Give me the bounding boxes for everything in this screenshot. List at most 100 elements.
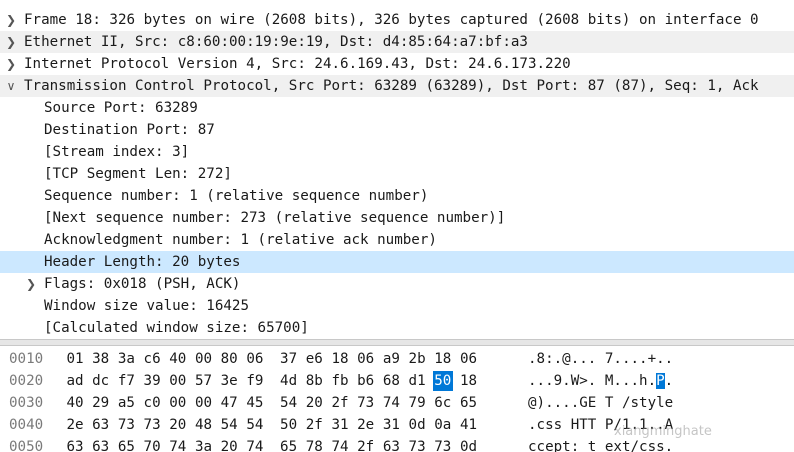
hex-byte[interactable]: ad	[65, 371, 85, 391]
tree-item[interactable]: ∨ Transmission Control Protocol, Src Port…	[0, 75, 794, 97]
hex-byte[interactable]: 74	[330, 437, 350, 452]
tree-item[interactable]: ❯ Internet Protocol Version 4, Src: 24.6.…	[0, 53, 794, 75]
hex-byte[interactable]: 31	[330, 415, 350, 435]
hex-ascii[interactable]: ...9.W>. M...h.P.	[528, 371, 673, 392]
hex-byte[interactable]: 63	[381, 437, 401, 452]
hex-byte[interactable]: 74	[381, 393, 401, 413]
tree-item[interactable]: ❯ Frame 18: 326 bytes on wire (2608 bits)…	[0, 9, 794, 31]
hex-byte[interactable]: 74	[168, 437, 188, 452]
hex-byte[interactable]: a9	[381, 349, 401, 369]
hex-byte[interactable]: 74	[245, 437, 265, 452]
hex-byte[interactable]: 2b	[407, 349, 427, 369]
hex-byte[interactable]: 3e	[219, 371, 239, 391]
hex-byte[interactable]: dc	[91, 371, 111, 391]
chevron-right-icon[interactable]: ❯	[4, 9, 18, 31]
tree-item[interactable]: Acknowledgment number: 1 (relative ack n…	[0, 229, 794, 251]
tree-item[interactable]: Source Port: 63289	[0, 97, 794, 119]
hex-byte[interactable]: e6	[304, 349, 324, 369]
hex-byte[interactable]: 63	[91, 437, 111, 452]
hex-byte[interactable]: 00	[194, 349, 214, 369]
hex-byte[interactable]: 79	[407, 393, 427, 413]
tree-item[interactable]: Header Length: 20 bytes	[0, 251, 794, 273]
hex-byte[interactable]: 3a	[194, 437, 214, 452]
hex-byte[interactable]: 38	[91, 349, 111, 369]
chevron-right-icon[interactable]: ❯	[24, 273, 38, 295]
chevron-right-icon[interactable]: ❯	[4, 53, 18, 75]
hex-byte[interactable]: 68	[381, 371, 401, 391]
hex-byte[interactable]: 20	[219, 437, 239, 452]
tree-item[interactable]: Destination Port: 87	[0, 119, 794, 141]
hex-byte[interactable]: 80	[219, 349, 239, 369]
tree-item[interactable]: [Stream index: 3]	[0, 141, 794, 163]
hex-byte[interactable]: 47	[219, 393, 239, 413]
hex-byte[interactable]: 20	[304, 393, 324, 413]
hex-byte[interactable]: 63	[65, 437, 85, 452]
hex-byte[interactable]: 18	[433, 349, 453, 369]
chevron-down-icon[interactable]: ∨	[4, 75, 18, 97]
tree-item[interactable]: ❯ Ethernet II, Src: c8:60:00:19:9e:19, Ds…	[0, 31, 794, 53]
hex-byte[interactable]: 20	[168, 415, 188, 435]
hex-byte[interactable]: 01	[65, 349, 85, 369]
hex-byte[interactable]: 73	[116, 415, 136, 435]
hex-byte[interactable]: 31	[381, 415, 401, 435]
hex-byte[interactable]: 3a	[116, 349, 136, 369]
pane-splitter[interactable]	[0, 339, 794, 346]
hex-byte[interactable]: 06	[356, 349, 376, 369]
hex-byte[interactable]: a5	[116, 393, 136, 413]
hex-byte[interactable]: 50	[432, 371, 453, 391]
hex-byte[interactable]: 48	[194, 415, 214, 435]
tree-item[interactable]: [Next sequence number: 273 (relative seq…	[0, 207, 794, 229]
hex-byte[interactable]: 2f	[304, 415, 324, 435]
hex-byte[interactable]: 73	[356, 393, 376, 413]
hex-byte[interactable]: 00	[168, 393, 188, 413]
hex-byte[interactable]: 0d	[407, 415, 427, 435]
hex-byte[interactable]: 54	[219, 415, 239, 435]
hex-byte[interactable]: 73	[407, 437, 427, 452]
hex-byte[interactable]: c0	[142, 393, 162, 413]
hex-byte[interactable]: 29	[91, 393, 111, 413]
tree-item[interactable]: [TCP Segment Len: 272]	[0, 163, 794, 185]
hex-byte[interactable]: 70	[142, 437, 162, 452]
hex-byte[interactable]: 65	[279, 437, 299, 452]
hex-byte[interactable]: 6c	[433, 393, 453, 413]
tree-item[interactable]: ❯ Flags: 0x018 (PSH, ACK)	[0, 273, 794, 295]
hex-byte[interactable]: d1	[407, 371, 427, 391]
hex-byte[interactable]: 2f	[356, 437, 376, 452]
tree-item[interactable]: [Calculated window size: 65700]	[0, 317, 794, 338]
hex-ascii[interactable]: @)....GE T /style	[528, 393, 673, 414]
packet-details-pane[interactable]: ❯ Frame 18: 326 bytes on wire (2608 bits)…	[0, 0, 794, 338]
hex-byte[interactable]: 73	[142, 415, 162, 435]
hex-byte[interactable]: c6	[142, 349, 162, 369]
hex-ascii[interactable]: ccept: t ext/css.	[528, 437, 673, 452]
hex-byte[interactable]: 54	[279, 393, 299, 413]
hex-byte[interactable]: 2e	[65, 415, 85, 435]
hex-byte[interactable]: 39	[142, 371, 162, 391]
hex-byte[interactable]: 54	[245, 415, 265, 435]
hex-byte[interactable]: 65	[459, 393, 479, 413]
hex-byte[interactable]: 06	[245, 349, 265, 369]
hex-byte[interactable]: 00	[168, 371, 188, 391]
hex-byte[interactable]: 0a	[433, 415, 453, 435]
hex-byte[interactable]: 00	[194, 393, 214, 413]
hex-byte[interactable]: 65	[116, 437, 136, 452]
hex-byte[interactable]: 2e	[356, 415, 376, 435]
hex-byte[interactable]: f9	[245, 371, 265, 391]
hex-byte[interactable]: 41	[459, 415, 479, 435]
hex-byte[interactable]: 50	[279, 415, 299, 435]
hex-byte[interactable]: 8b	[304, 371, 324, 391]
hex-byte[interactable]: 63	[91, 415, 111, 435]
hex-byte[interactable]: b6	[356, 371, 376, 391]
tree-item[interactable]: Window size value: 16425	[0, 295, 794, 317]
hex-byte[interactable]: 73	[433, 437, 453, 452]
hex-byte[interactable]: 40	[168, 349, 188, 369]
tree-item[interactable]: Sequence number: 1 (relative sequence nu…	[0, 185, 794, 207]
hex-byte[interactable]: 4d	[279, 371, 299, 391]
hex-byte[interactable]: 2f	[330, 393, 350, 413]
hex-byte[interactable]: 18	[330, 349, 350, 369]
hex-byte[interactable]: 45	[245, 393, 265, 413]
hex-byte[interactable]: f7	[116, 371, 136, 391]
hex-ascii[interactable]: .8:.@... 7....+..	[528, 349, 673, 370]
hex-byte[interactable]: 40	[65, 393, 85, 413]
hex-byte[interactable]: 18	[459, 371, 479, 391]
hex-byte[interactable]: 57	[194, 371, 214, 391]
